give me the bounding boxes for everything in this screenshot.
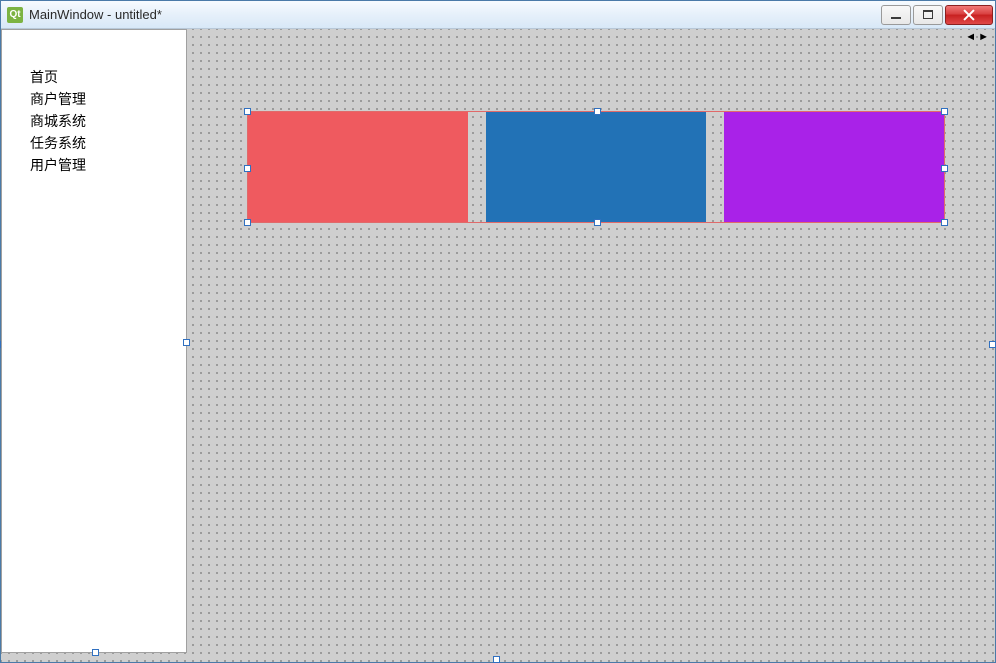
tab-nav-right-icon[interactable]: ► bbox=[978, 31, 989, 43]
layout-handle-top[interactable] bbox=[594, 108, 601, 115]
purple-box[interactable] bbox=[724, 112, 944, 222]
layout-handle-br[interactable] bbox=[941, 219, 948, 226]
layout-handle-right[interactable] bbox=[941, 165, 948, 172]
maximize-button[interactable] bbox=[913, 5, 943, 25]
tab-nav-arrows: ◄ ► bbox=[965, 31, 989, 43]
tree-item-user[interactable]: 用户管理 bbox=[30, 154, 186, 176]
canvas-handle-right[interactable] bbox=[989, 341, 996, 348]
main-window: Qt MainWindow - untitled* ◄ ► 首页 商户管理 商城… bbox=[0, 0, 996, 663]
tree-item-task[interactable]: 任务系统 bbox=[30, 132, 186, 154]
layout-handle-tr[interactable] bbox=[941, 108, 948, 115]
window-controls bbox=[881, 5, 993, 25]
window-title: MainWindow - untitled* bbox=[29, 7, 881, 22]
red-box[interactable] bbox=[248, 112, 468, 222]
maximize-icon bbox=[923, 10, 933, 19]
layout-handle-bl[interactable] bbox=[244, 219, 251, 226]
minimize-icon bbox=[891, 17, 901, 19]
blue-box[interactable] bbox=[486, 112, 706, 222]
layout-handle-tl[interactable] bbox=[244, 108, 251, 115]
sidebar-handle-right[interactable] bbox=[183, 339, 190, 346]
tree-item-home[interactable]: 首页 bbox=[30, 66, 186, 88]
titlebar[interactable]: Qt MainWindow - untitled* bbox=[1, 1, 995, 29]
layout-handle-left[interactable] bbox=[244, 165, 251, 172]
layout-spacer bbox=[706, 112, 724, 222]
layout-handle-bottom[interactable] bbox=[594, 219, 601, 226]
minimize-button[interactable] bbox=[881, 5, 911, 25]
sidebar-handle-bottom[interactable] bbox=[92, 649, 99, 656]
canvas-handle-bottom[interactable] bbox=[493, 656, 500, 663]
sidebar-tree-widget[interactable]: 首页 商户管理 商城系统 任务系统 用户管理 bbox=[1, 29, 187, 653]
close-icon bbox=[963, 9, 975, 21]
horizontal-layout[interactable] bbox=[247, 111, 945, 223]
close-button[interactable] bbox=[945, 5, 993, 25]
qt-icon: Qt bbox=[7, 7, 23, 23]
designer-canvas[interactable]: ◄ ► 首页 商户管理 商城系统 任务系统 用户管理 bbox=[1, 29, 995, 662]
tree-list: 首页 商户管理 商城系统 任务系统 用户管理 bbox=[2, 30, 186, 176]
tab-nav-left-icon[interactable]: ◄ bbox=[965, 31, 976, 43]
tree-item-mall[interactable]: 商城系统 bbox=[30, 110, 186, 132]
layout-spacer bbox=[468, 112, 486, 222]
tree-item-merchant[interactable]: 商户管理 bbox=[30, 88, 186, 110]
